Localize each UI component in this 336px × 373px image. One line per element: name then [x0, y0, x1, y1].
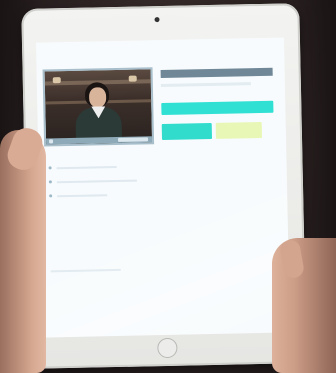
camera-icon: [154, 17, 160, 23]
screen-glare: [35, 37, 291, 338]
tablet-device: [21, 3, 307, 369]
tablet-screen[interactable]: [35, 37, 291, 338]
home-button[interactable]: [157, 337, 178, 359]
